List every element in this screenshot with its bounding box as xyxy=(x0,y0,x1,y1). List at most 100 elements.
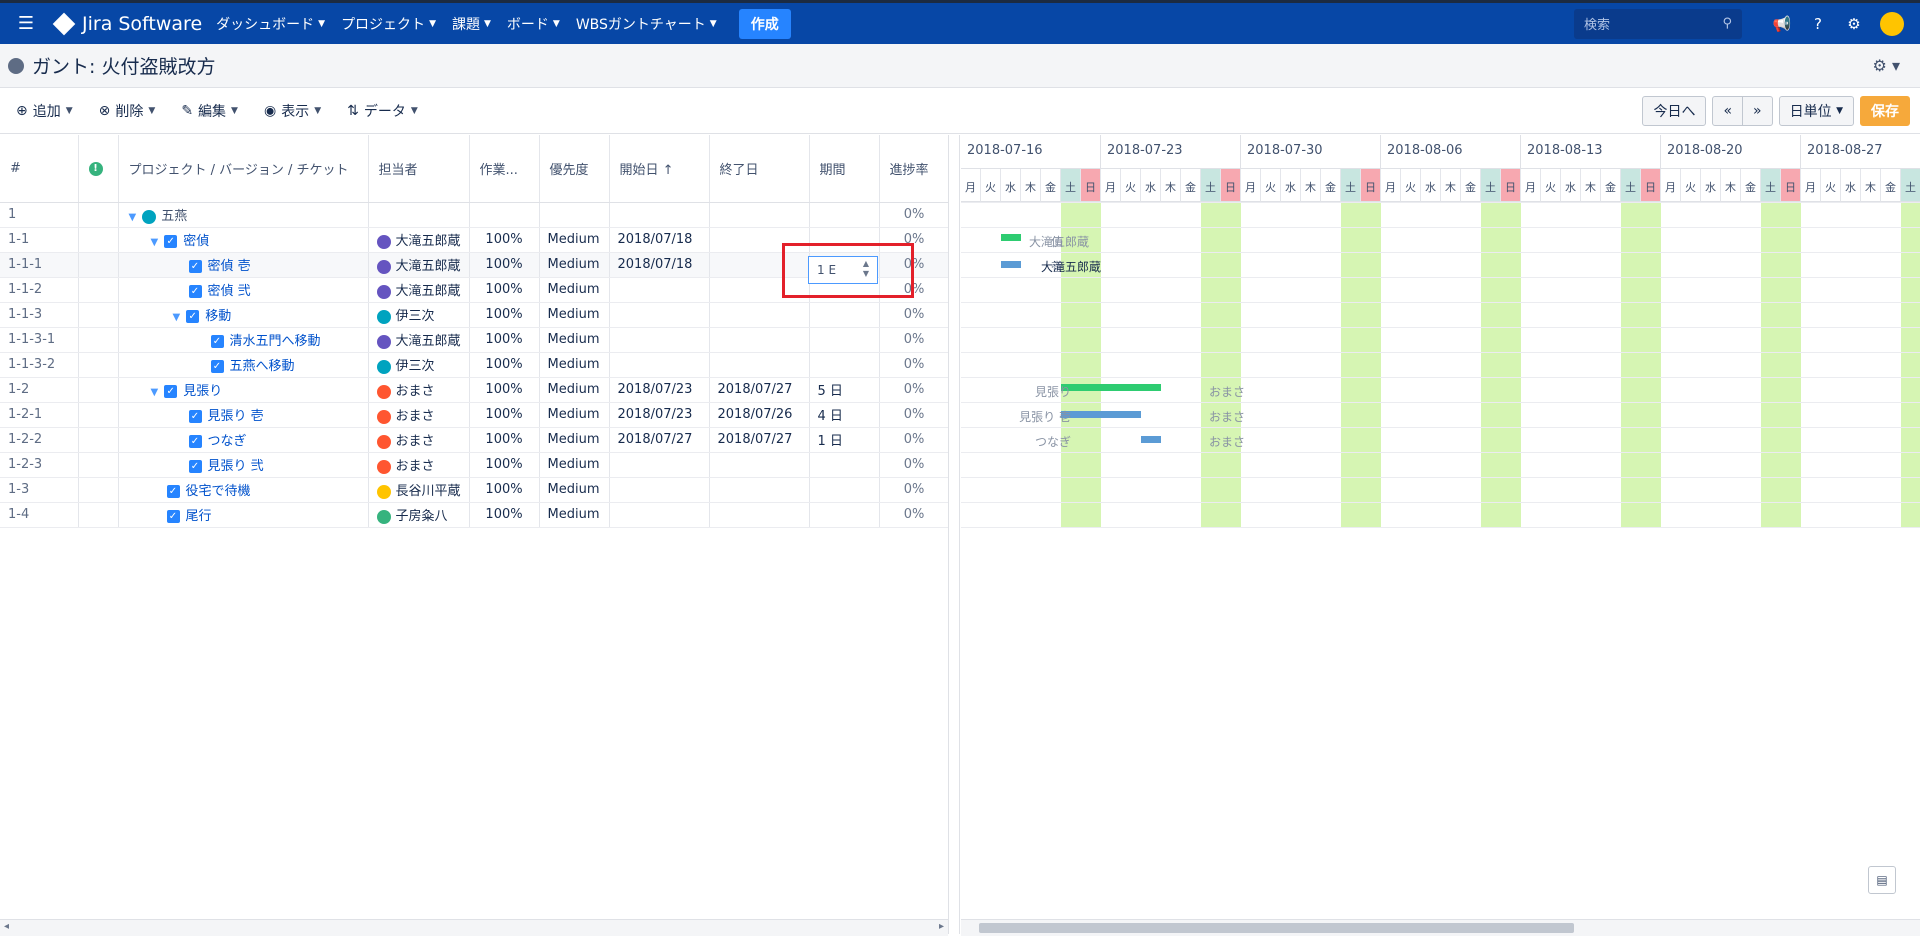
row-start[interactable]: 2018/07/23 xyxy=(609,402,710,428)
row-progress[interactable]: 0% xyxy=(879,202,950,228)
row-duration[interactable] xyxy=(809,452,880,478)
gear-icon[interactable]: ⚙ ▾ xyxy=(1873,56,1900,75)
row-end[interactable] xyxy=(709,477,810,503)
row-priority[interactable]: Medium xyxy=(539,252,610,278)
row-assignee[interactable]: 子房粂八 xyxy=(368,502,470,528)
table-row[interactable]: 1-1-3-2 ✓ 五燕へ移動 伊三次 100% Medium 0% xyxy=(0,352,950,378)
expand-toggle-icon[interactable]: ▼ xyxy=(151,237,159,248)
search-input[interactable]: 検索 ⚲ xyxy=(1574,8,1742,39)
task-name-link[interactable]: 清水五門へ移動 xyxy=(230,334,321,349)
row-priority[interactable]: Medium xyxy=(539,502,610,528)
row-work[interactable]: 100% xyxy=(469,402,540,428)
row-priority[interactable] xyxy=(539,202,610,228)
row-end[interactable]: 2018/07/26 xyxy=(709,402,810,428)
row-work[interactable]: 100% xyxy=(469,252,540,278)
row-assignee[interactable]: 伊三次 xyxy=(368,352,470,378)
row-priority[interactable]: Medium xyxy=(539,227,610,253)
row-end[interactable] xyxy=(709,302,810,328)
task-name-link[interactable]: 密偵 xyxy=(183,234,209,249)
row-name-cell[interactable]: ▼ ✓ 移動 xyxy=(118,302,369,328)
row-work[interactable]: 100% xyxy=(469,227,540,253)
row-assignee[interactable]: 長谷川平蔵 xyxy=(368,477,470,503)
row-priority[interactable]: Medium xyxy=(539,277,610,303)
table-row[interactable]: 1-4 ✓ 尾行 子房粂八 100% Medium 0% xyxy=(0,502,950,528)
checkbox-icon[interactable]: ✓ xyxy=(210,335,224,348)
task-name-link[interactable]: 見張り 弐 xyxy=(208,459,264,474)
task-name-link[interactable]: 見張り xyxy=(183,384,222,399)
row-name-cell[interactable]: ▼ 五燕 xyxy=(118,202,369,228)
nav-projects[interactable]: プロジェクト ▼ xyxy=(341,14,436,34)
row-name-cell[interactable]: ✓ 役宅で待機 xyxy=(118,477,369,503)
row-duration[interactable] xyxy=(809,202,880,228)
row-start[interactable] xyxy=(609,302,710,328)
row-start[interactable] xyxy=(609,202,710,228)
row-name-cell[interactable]: ✓ 密偵 壱 xyxy=(118,252,369,278)
task-name-link[interactable]: 五燕 xyxy=(161,209,187,224)
row-end[interactable]: 2018/07/27 xyxy=(709,427,810,453)
row-work[interactable]: 100% xyxy=(469,327,540,353)
row-work[interactable]: 100% xyxy=(469,277,540,303)
gantt-summary-bar[interactable] xyxy=(1061,384,1161,391)
checkbox-icon[interactable]: ✓ xyxy=(188,260,202,273)
delete-menu-button[interactable]: ⊗ 削除 ▼ xyxy=(99,101,156,121)
row-assignee[interactable] xyxy=(368,202,470,228)
pane-splitter[interactable] xyxy=(948,135,960,934)
row-work[interactable]: 100% xyxy=(469,502,540,528)
task-name-link[interactable]: 見張り 壱 xyxy=(208,409,264,424)
row-end[interactable] xyxy=(709,452,810,478)
task-name-link[interactable]: 尾行 xyxy=(186,509,212,524)
row-work[interactable]: 100% xyxy=(469,452,540,478)
row-assignee[interactable]: 大滝五郎蔵 xyxy=(368,252,470,278)
row-assignee[interactable]: 大滝五郎蔵 xyxy=(368,227,470,253)
row-duration[interactable]: 1 日 xyxy=(809,427,880,453)
gantt-task-bar[interactable] xyxy=(1001,261,1021,268)
prev-button[interactable]: « xyxy=(1712,96,1744,126)
row-progress[interactable]: 0% xyxy=(879,452,950,478)
row-progress[interactable]: 0% xyxy=(879,502,950,528)
table-row[interactable]: 1-2-3 ✓ 見張り 弐 おまさ 100% Medium 0% xyxy=(0,452,950,478)
row-progress[interactable]: 0% xyxy=(879,402,950,428)
next-button[interactable]: » xyxy=(1743,96,1773,126)
nav-issues[interactable]: 課題 ▼ xyxy=(452,14,491,34)
checkbox-icon[interactable]: ✓ xyxy=(164,385,178,398)
col-header-priority[interactable]: 優先度 xyxy=(539,135,610,203)
scrollbar-thumb[interactable] xyxy=(979,923,1574,933)
document-icon[interactable]: ▤ xyxy=(1868,866,1896,894)
checkbox-icon[interactable]: ✓ xyxy=(188,435,202,448)
row-name-cell[interactable]: ✓ 見張り 弐 xyxy=(118,452,369,478)
table-row[interactable]: 1-3 ✓ 役宅で待機 長谷川平蔵 100% Medium 0% xyxy=(0,477,950,503)
row-assignee[interactable]: 大滝五郎蔵 xyxy=(368,277,470,303)
row-work[interactable] xyxy=(469,202,540,228)
save-button[interactable]: 保存 xyxy=(1860,96,1910,126)
col-header-alert[interactable]: ! xyxy=(78,135,119,203)
row-assignee[interactable]: おまさ xyxy=(368,427,470,453)
row-end[interactable]: 2018/07/27 xyxy=(709,377,810,403)
row-priority[interactable]: Medium xyxy=(539,402,610,428)
create-button[interactable]: 作成 xyxy=(738,8,791,39)
row-priority[interactable]: Medium xyxy=(539,452,610,478)
table-row[interactable]: 1-2-2 ✓ つなぎ おまさ 100% Medium 2018/07/27 20… xyxy=(0,427,950,453)
table-row[interactable]: 1-2-1 ✓ 見張り 壱 おまさ 100% Medium 2018/07/23 … xyxy=(0,402,950,428)
row-duration[interactable] xyxy=(809,302,880,328)
row-duration[interactable] xyxy=(809,352,880,378)
table-row[interactable]: 1-2 ▼ ✓ 見張り おまさ 100% Medium 2018/07/23 201… xyxy=(0,377,950,403)
checkbox-icon[interactable]: ✓ xyxy=(210,360,224,373)
row-work[interactable]: 100% xyxy=(469,352,540,378)
task-name-link[interactable]: 密偵 壱 xyxy=(208,259,251,274)
row-name-cell[interactable]: ✓ 清水五門へ移動 xyxy=(118,327,369,353)
checkbox-icon[interactable]: ✓ xyxy=(164,235,178,248)
col-header-duration[interactable]: 期間 xyxy=(809,135,880,203)
task-name-link[interactable]: 役宅で待機 xyxy=(186,484,251,499)
row-progress[interactable]: 0% xyxy=(879,327,950,353)
col-header-number[interactable]: # xyxy=(0,135,79,203)
row-name-cell[interactable]: ✓ 五燕へ移動 xyxy=(118,352,369,378)
row-priority[interactable]: Medium xyxy=(539,327,610,353)
row-priority[interactable]: Medium xyxy=(539,352,610,378)
col-header-progress[interactable]: 進捗率 xyxy=(879,135,950,203)
row-work[interactable]: 100% xyxy=(469,427,540,453)
col-header-name[interactable]: プロジェクト / バージョン / チケット xyxy=(118,135,369,203)
table-row[interactable]: 1-1-3-1 ✓ 清水五門へ移動 大滝五郎蔵 100% Medium 0% xyxy=(0,327,950,353)
row-name-cell[interactable]: ✓ つなぎ xyxy=(118,427,369,453)
row-start[interactable] xyxy=(609,327,710,353)
row-start[interactable] xyxy=(609,277,710,303)
